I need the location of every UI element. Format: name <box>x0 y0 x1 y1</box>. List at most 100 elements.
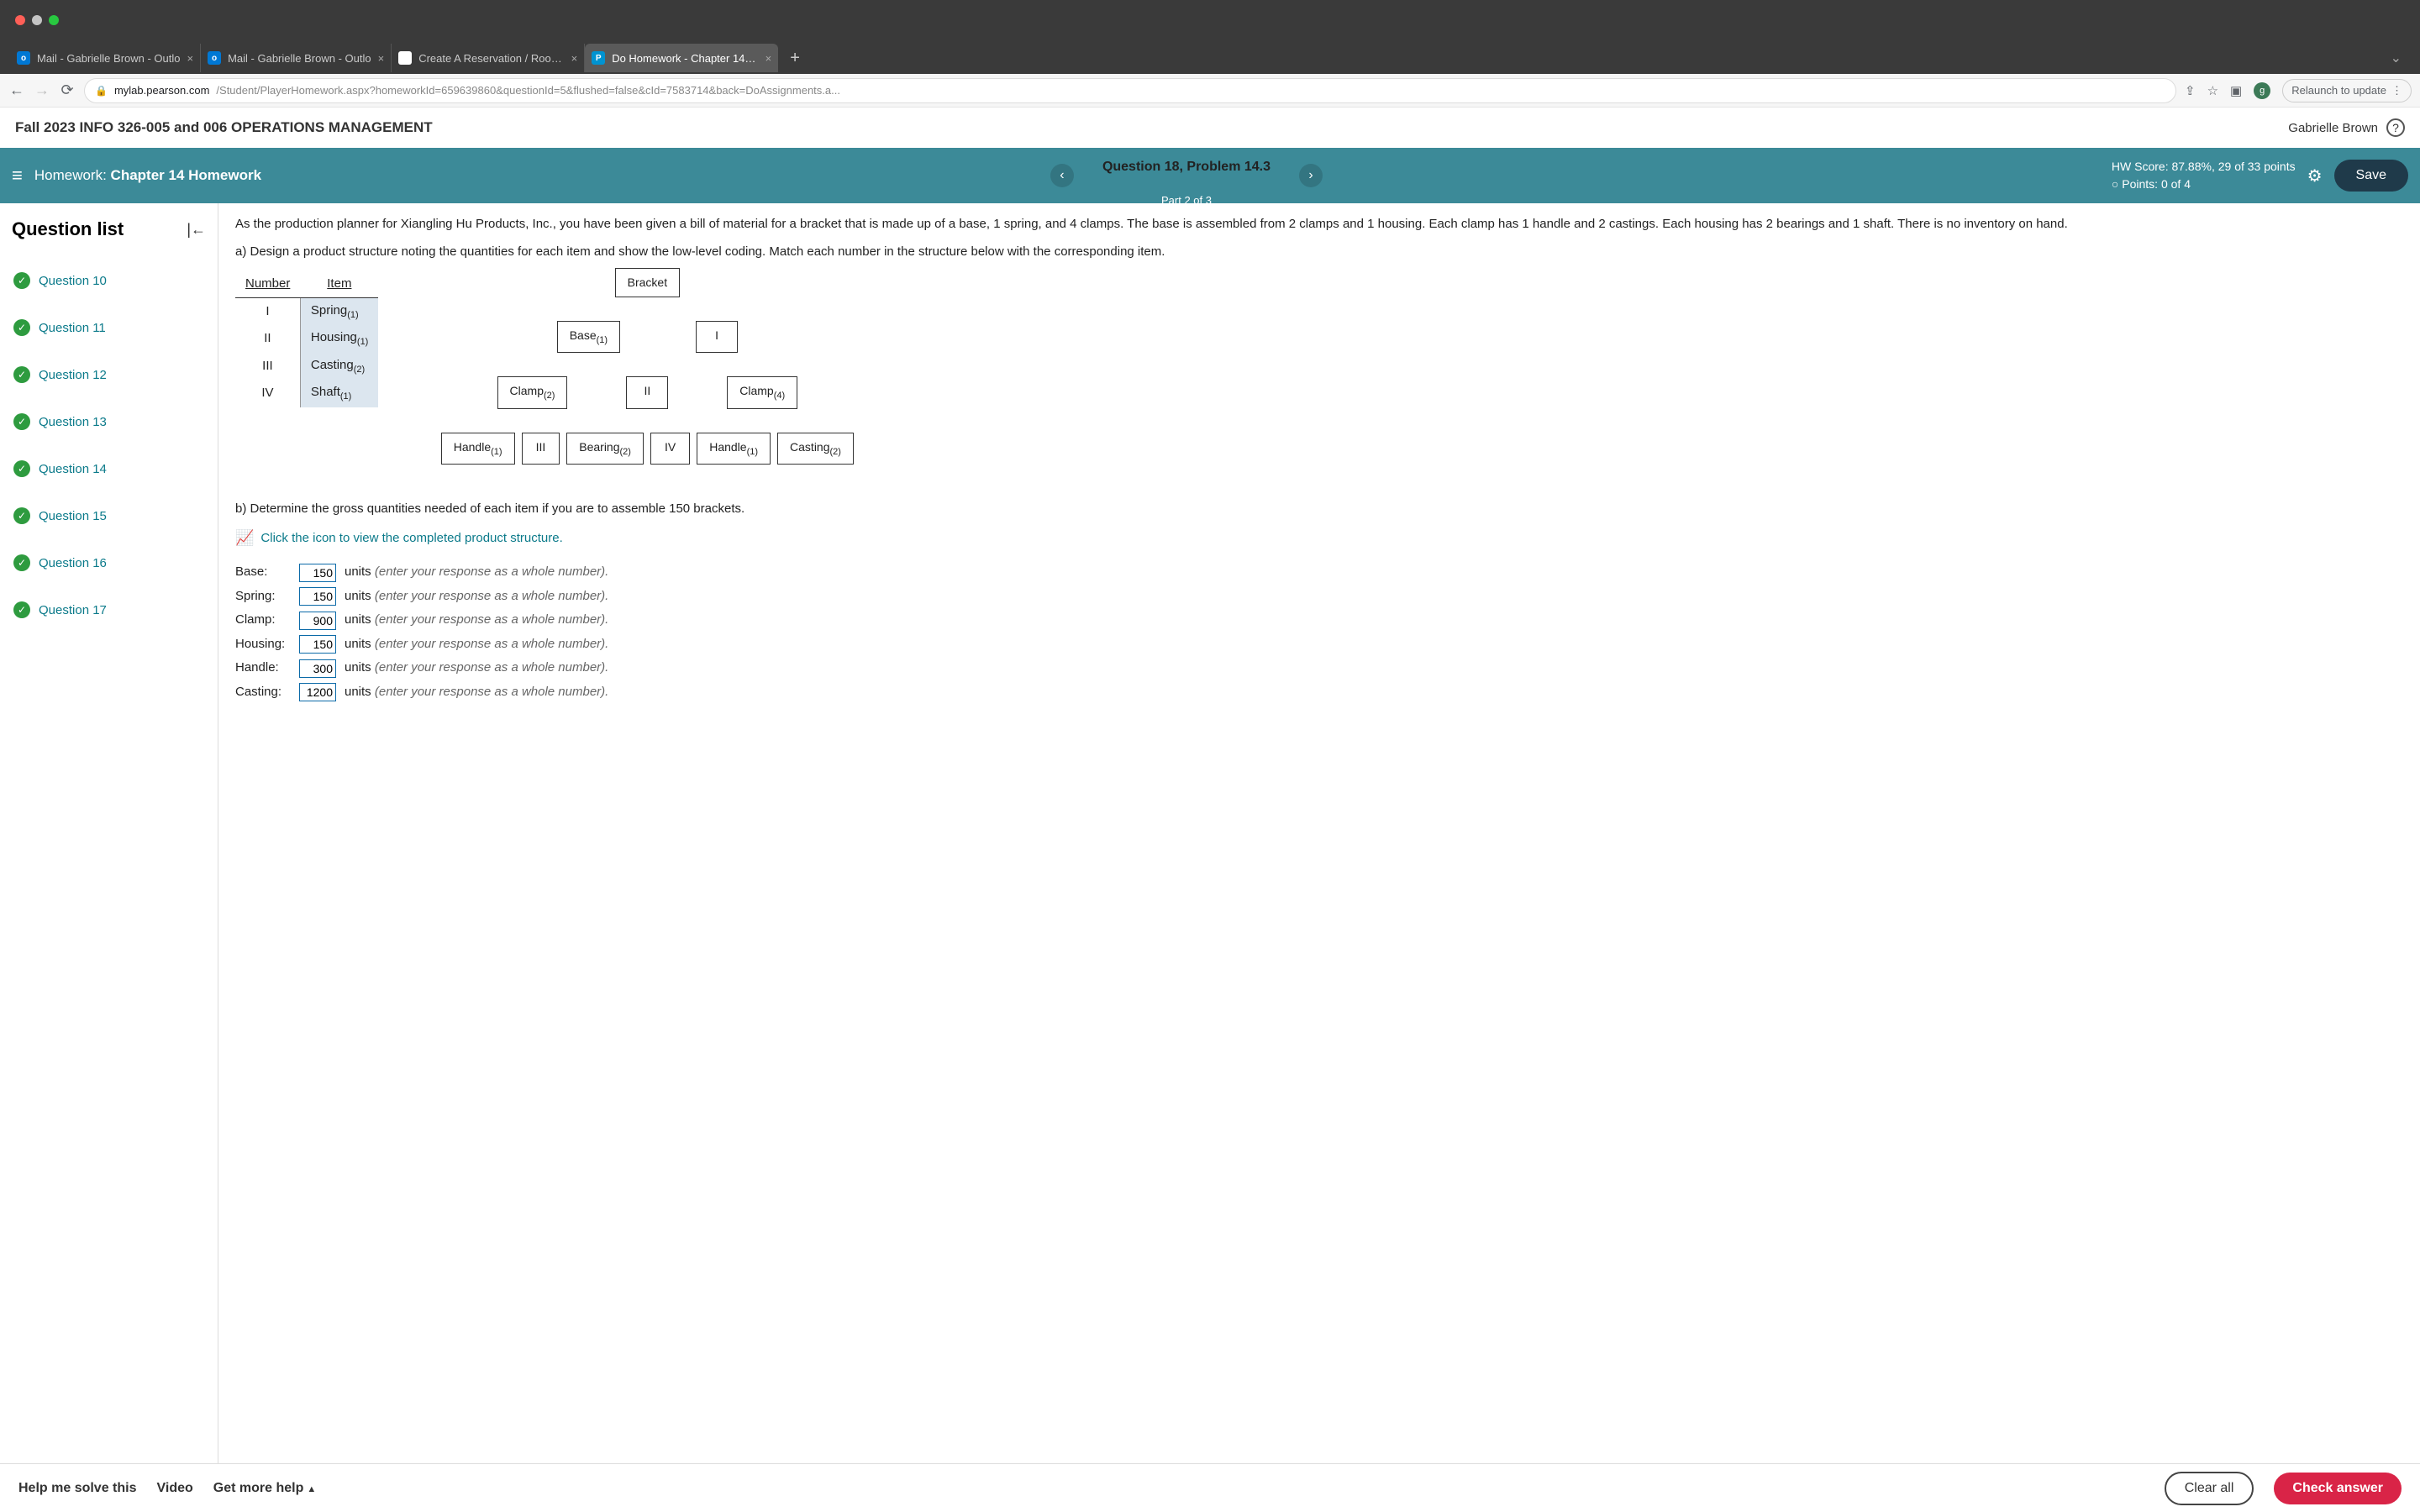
browser-tab[interactable]: oMail - Gabrielle Brown - Outlo× <box>201 44 392 72</box>
new-tab-button[interactable]: + <box>778 49 812 68</box>
next-question-button[interactable]: › <box>1299 164 1323 187</box>
answer-hint: units (enter your response as a whole nu… <box>345 611 2403 630</box>
lookup-table: NumberItem ISpring(1) IIHousing(1) IIICa… <box>235 271 378 407</box>
question-content: As the production planner for Xiangling … <box>218 203 2420 1463</box>
check-icon: ✓ <box>13 319 30 336</box>
profile-avatar[interactable]: g <box>2254 82 2270 99</box>
panel-icon[interactable]: ▣ <box>2230 83 2242 98</box>
back-button[interactable]: ← <box>8 81 25 99</box>
check-answer-button[interactable]: Check answer <box>2274 1473 2402 1504</box>
chart-icon: 📈 <box>235 527 254 549</box>
question-intro: As the production planner for Xiangling … <box>235 215 2403 234</box>
tree-node: Base(1) <box>557 321 620 353</box>
check-icon: ✓ <box>13 366 30 383</box>
answer-label: Base: <box>235 563 294 582</box>
part-a-prompt: a) Design a product structure noting the… <box>235 243 2403 262</box>
answer-hint: units (enter your response as a whole nu… <box>345 683 2403 702</box>
check-icon: ✓ <box>13 272 30 289</box>
browser-tab[interactable]: oMail - Gabrielle Brown - Outlo× <box>10 44 201 72</box>
tab-label: Create A Reservation / Rooms <box>418 52 564 65</box>
answer-hint: units (enter your response as a whole nu… <box>345 587 2403 606</box>
casting-input[interactable] <box>299 683 336 701</box>
window-min-icon[interactable] <box>32 15 42 25</box>
assignment-bar: ≡ Homework: Chapter 14 Homework ‹ Questi… <box>0 148 2420 203</box>
tree-node: Clamp(4) <box>727 376 797 408</box>
video-button[interactable]: Video <box>157 1481 193 1496</box>
browser-tab-active[interactable]: PDo Homework - Chapter 14 Ho× <box>585 44 778 72</box>
tabs-overflow-icon[interactable]: ⌄ <box>2382 50 2410 66</box>
answer-hint: units (enter your response as a whole nu… <box>345 659 2403 678</box>
answer-label: Casting: <box>235 683 294 702</box>
check-icon: ✓ <box>13 413 30 430</box>
housing-input[interactable] <box>299 635 336 654</box>
close-icon[interactable]: × <box>765 52 772 65</box>
os-titlebar <box>0 0 2420 42</box>
star-icon[interactable]: ☆ <box>2207 83 2218 98</box>
forward-button[interactable]: → <box>34 81 50 99</box>
question-list-sidebar: Question list |← ✓Question 10 ✓Question … <box>0 203 218 1463</box>
assignment-title: Homework: Chapter 14 Homework <box>34 167 261 184</box>
reload-button[interactable]: ⟳ <box>59 81 76 99</box>
relaunch-button[interactable]: Relaunch to update⋮ <box>2282 79 2412 102</box>
answer-grid: Base: units (enter your response as a wh… <box>235 563 2403 701</box>
close-icon[interactable]: × <box>378 52 385 65</box>
part-b-prompt: b) Determine the gross quantities needed… <box>235 500 2403 519</box>
question-list-item[interactable]: ✓Question 10 <box>0 257 218 304</box>
close-icon[interactable]: × <box>187 52 194 65</box>
question-list-item[interactable]: ✓Question 16 <box>0 539 218 586</box>
window-max-icon[interactable] <box>49 15 59 25</box>
clamp-input[interactable] <box>299 612 336 630</box>
tree-node: III <box>522 433 560 465</box>
question-title: Question 18, Problem 14.3 <box>1086 145 1287 194</box>
gear-icon[interactable]: ⚙ <box>2307 165 2323 186</box>
answer-hint: units (enter your response as a whole nu… <box>345 563 2403 582</box>
check-icon: ✓ <box>13 554 30 571</box>
url-host: mylab.pearson.com <box>114 84 209 97</box>
browser-toolbar: ← → ⟳ 🔒 mylab.pearson.com/Student/Player… <box>0 74 2420 108</box>
window-close-icon[interactable] <box>15 15 25 25</box>
answer-label: Handle: <box>235 659 294 678</box>
tree-node: Clamp(2) <box>497 376 568 408</box>
check-icon: ✓ <box>13 601 30 618</box>
help-icon[interactable]: ? <box>2386 118 2405 137</box>
question-list-item[interactable]: ✓Question 12 <box>0 351 218 398</box>
answer-label: Spring: <box>235 587 294 606</box>
collapse-icon[interactable]: |← <box>187 221 206 239</box>
tab-label: Mail - Gabrielle Brown - Outlo <box>228 52 371 65</box>
tree-node: Handle(1) <box>697 433 771 465</box>
help-solve-button[interactable]: Help me solve this <box>18 1481 137 1496</box>
question-list-item[interactable]: ✓Question 15 <box>0 492 218 539</box>
clear-all-button[interactable]: Clear all <box>2165 1472 2254 1505</box>
address-bar[interactable]: 🔒 mylab.pearson.com/Student/PlayerHomewo… <box>84 78 2176 103</box>
question-list-item[interactable]: ✓Question 11 <box>0 304 218 351</box>
spring-input[interactable] <box>299 587 336 606</box>
tree-node: Handle(1) <box>441 433 515 465</box>
bottom-toolbar: Help me solve this Video Get more help▲ … <box>0 1463 2420 1512</box>
save-button[interactable]: Save <box>2334 160 2408 192</box>
view-structure-link[interactable]: 📈 Click the icon to view the completed p… <box>235 527 2403 549</box>
menu-icon[interactable]: ≡ <box>12 165 23 186</box>
answer-label: Housing: <box>235 635 294 654</box>
sidebar-title: Question list <box>12 218 124 240</box>
more-help-button[interactable]: Get more help▲ <box>213 1481 316 1496</box>
prev-question-button[interactable]: ‹ <box>1050 164 1074 187</box>
tree-node: II <box>626 376 668 408</box>
user-name[interactable]: Gabrielle Brown <box>2288 121 2378 135</box>
share-icon[interactable]: ⇪ <box>2185 83 2196 98</box>
base-input[interactable] <box>299 564 336 582</box>
course-header: Fall 2023 INFO 326-005 and 006 OPERATION… <box>0 108 2420 148</box>
handle-input[interactable] <box>299 659 336 678</box>
question-list-item[interactable]: ✓Question 13 <box>0 398 218 445</box>
tree-node: Bearing(2) <box>566 433 644 465</box>
browser-tab-strip: oMail - Gabrielle Brown - Outlo× oMail -… <box>0 42 2420 74</box>
tree-node: Casting(2) <box>777 433 854 465</box>
close-icon[interactable]: × <box>571 52 578 65</box>
tree-node: I <box>696 321 738 353</box>
browser-tab[interactable]: Create A Reservation / Rooms × <box>392 44 585 72</box>
answer-label: Clamp: <box>235 611 294 630</box>
tab-label: Do Homework - Chapter 14 Ho <box>612 52 758 65</box>
question-list-item[interactable]: ✓Question 14 <box>0 445 218 492</box>
check-icon: ✓ <box>13 460 30 477</box>
question-list-item[interactable]: ✓Question 17 <box>0 586 218 633</box>
tree-node: Bracket <box>615 268 680 297</box>
